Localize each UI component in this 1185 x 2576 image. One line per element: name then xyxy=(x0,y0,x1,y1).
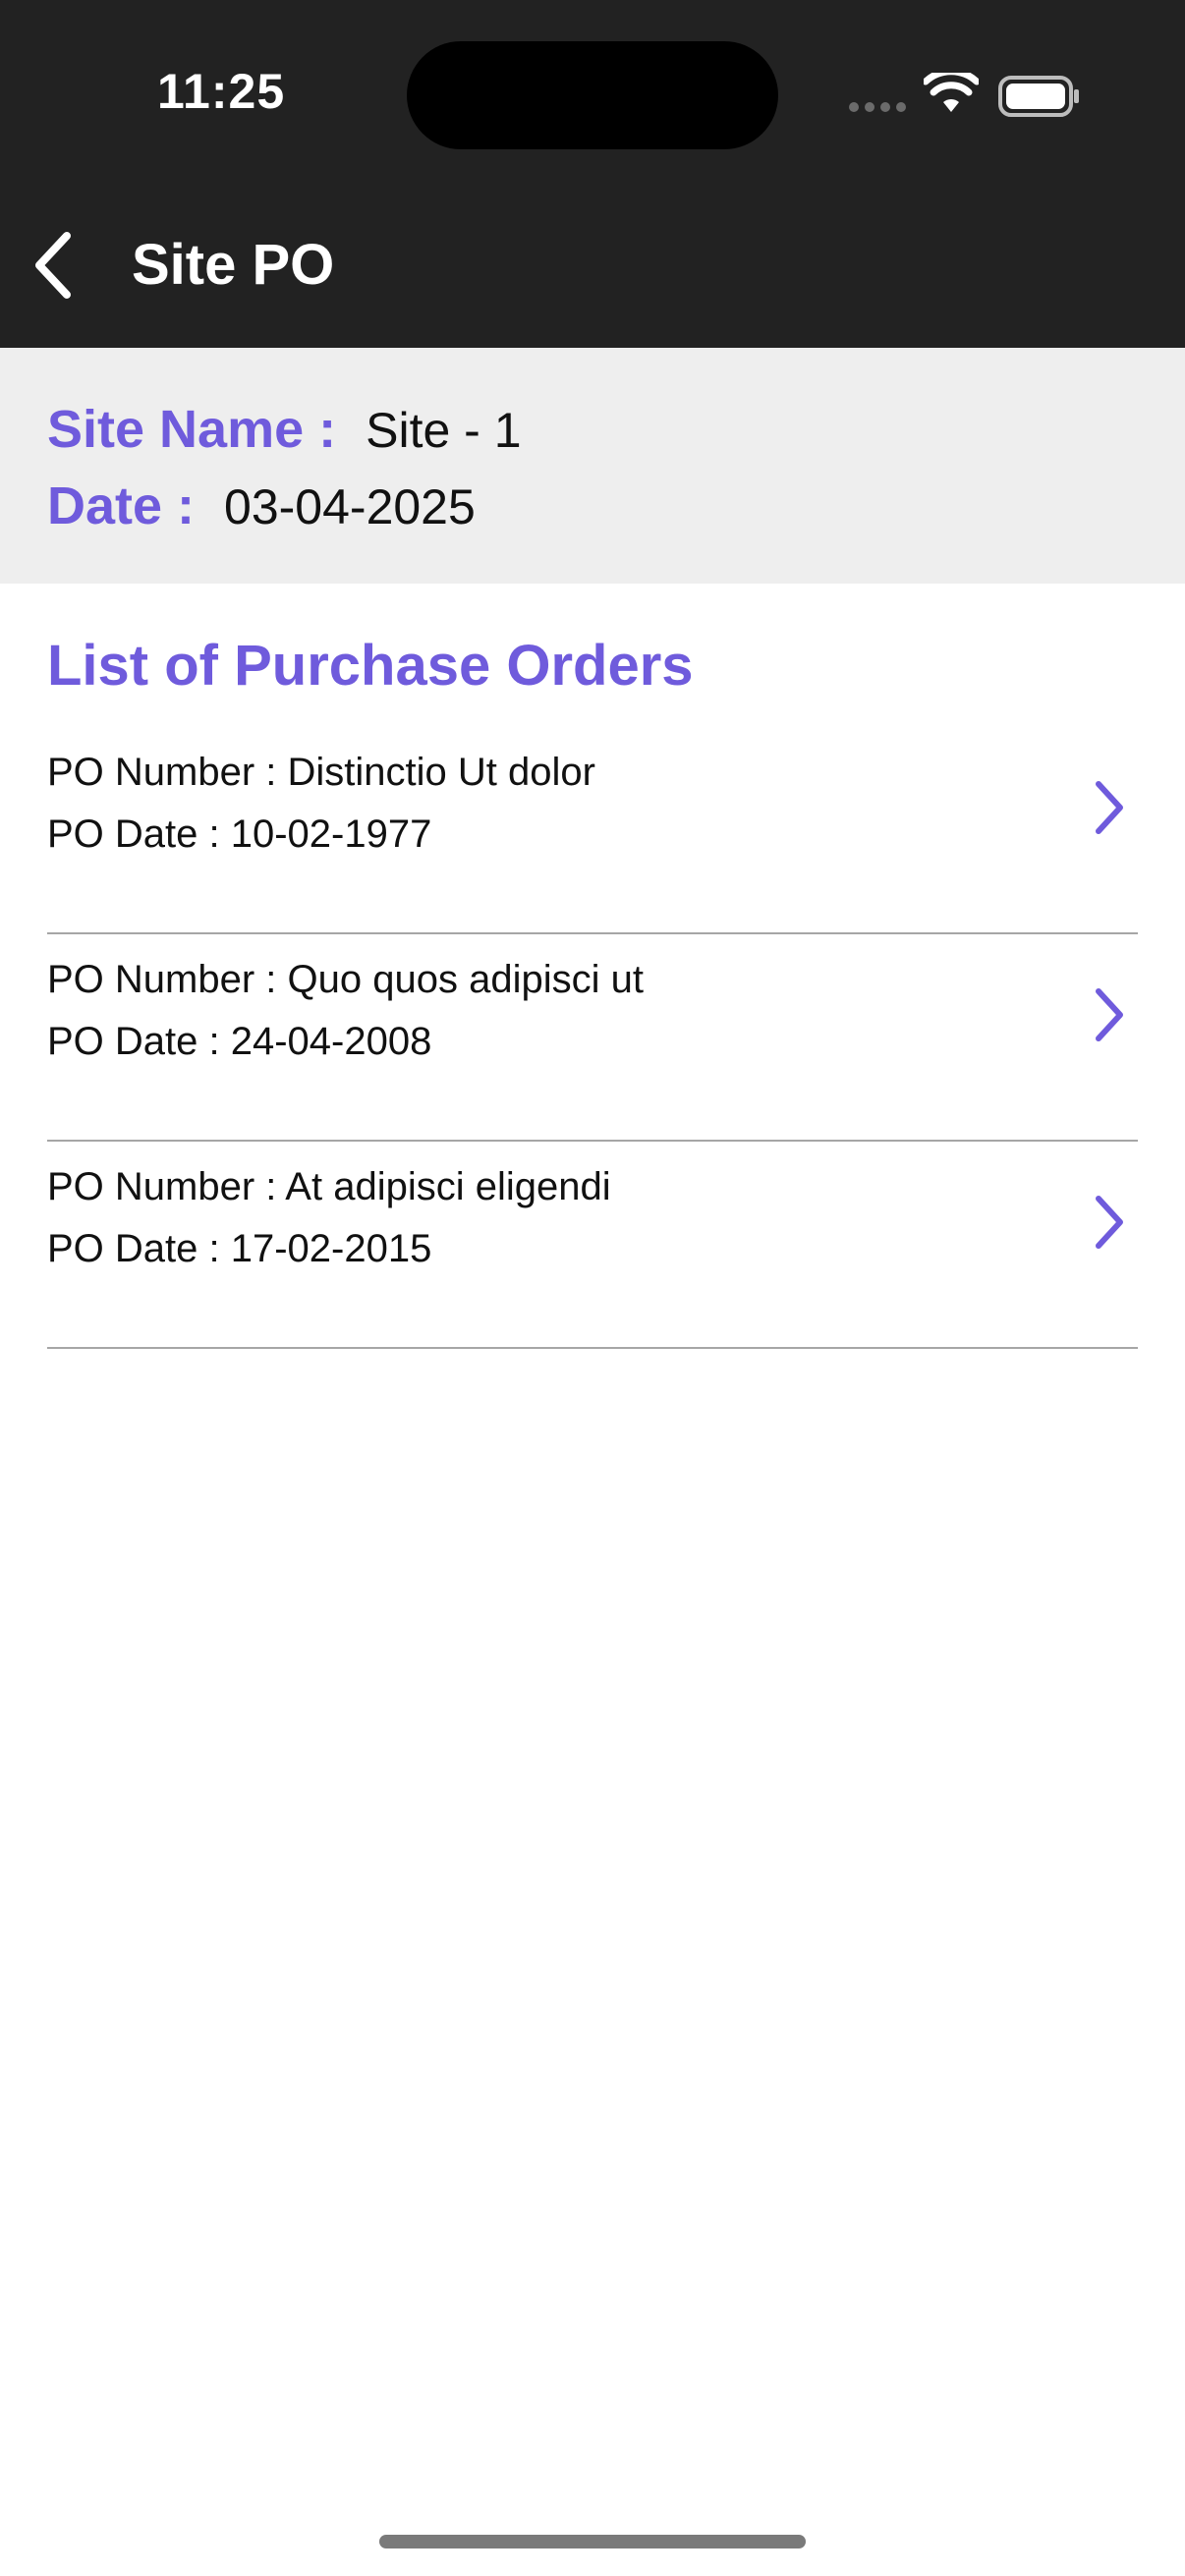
purchase-order-row[interactable]: PO Number : Distinctio Ut dolor PO Date … xyxy=(47,727,1138,934)
po-number: PO Number : Quo quos adipisci ut xyxy=(47,958,644,1001)
wifi-icon xyxy=(924,73,979,112)
chevron-right-icon xyxy=(1096,781,1123,834)
site-name-value: Site - 1 xyxy=(366,403,522,458)
date-row: Date : 03-04-2025 xyxy=(47,476,476,536)
po-number: PO Number : Distinctio Ut dolor xyxy=(47,751,595,794)
po-date: PO Date : 24-04-2008 xyxy=(47,1020,432,1063)
cellular-signal-icon xyxy=(849,102,906,112)
date-label: Date : xyxy=(47,476,196,535)
back-button[interactable] xyxy=(28,228,79,303)
purchase-order-row[interactable]: PO Number : Quo quos adipisci ut PO Date… xyxy=(47,934,1138,1142)
purchase-order-list: PO Number : Distinctio Ut dolor PO Date … xyxy=(47,727,1138,1349)
chevron-right-icon xyxy=(1096,988,1123,1041)
site-name-row: Site Name : Site - 1 xyxy=(47,399,522,460)
date-value: 03-04-2025 xyxy=(224,479,476,534)
dynamic-island xyxy=(407,41,778,149)
page-title: Site PO xyxy=(132,233,335,297)
site-info-panel: Site Name : Site - 1 Date : 03-04-2025 xyxy=(0,348,1185,584)
po-date: PO Date : 17-02-2015 xyxy=(47,1227,432,1270)
chevron-left-icon xyxy=(35,232,71,299)
app-header: 11:25 Site PO xyxy=(0,0,1185,348)
battery-icon xyxy=(998,76,1079,117)
status-time: 11:25 xyxy=(157,64,286,119)
po-date: PO Date : 10-02-1977 xyxy=(47,812,432,856)
purchase-order-row[interactable]: PO Number : At adipisci eligendi PO Date… xyxy=(47,1142,1138,1349)
purchase-orders-heading: List of Purchase Orders xyxy=(47,634,694,698)
chevron-right-icon xyxy=(1096,1196,1123,1249)
site-name-label: Site Name : xyxy=(47,400,337,459)
home-indicator[interactable] xyxy=(379,2535,806,2548)
po-number: PO Number : At adipisci eligendi xyxy=(47,1165,611,1208)
